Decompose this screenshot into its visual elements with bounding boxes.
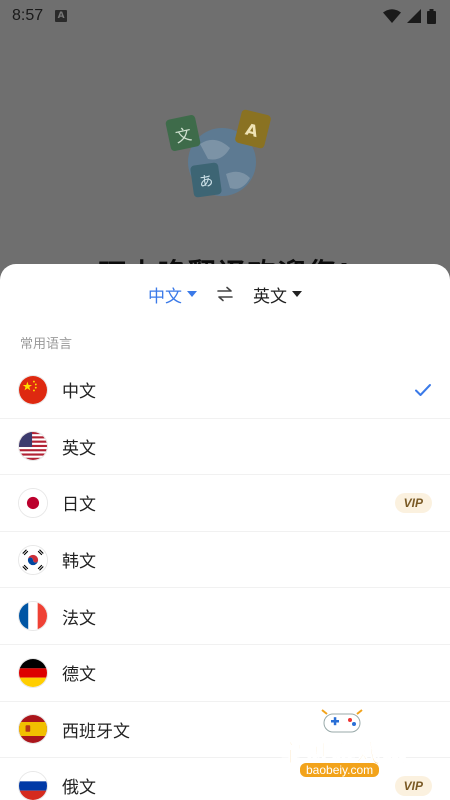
- language-picker-sheet: 中文 英文 常用语言 中文 英文 日文 VIP 韩文 法文 德文 西班牙文 俄文…: [0, 264, 450, 800]
- source-language-dropdown[interactable]: 中文: [148, 282, 197, 307]
- language-item-german[interactable]: 德文: [0, 645, 450, 702]
- language-name: 法文: [62, 608, 96, 629]
- vip-badge: VIP: [394, 775, 432, 796]
- spain-flag-icon: [18, 714, 48, 745]
- notification-icon: A: [55, 10, 68, 22]
- language-name: 韩文: [62, 552, 96, 573]
- swap-arrows-icon[interactable]: [215, 286, 235, 302]
- dropdown-arrow-icon: [187, 291, 197, 297]
- status-bar: 8:57 A: [0, 0, 450, 32]
- language-name: 西班牙文: [62, 721, 130, 742]
- language-name: 英文: [62, 438, 96, 459]
- source-language-label: 中文: [148, 286, 182, 307]
- korea-flag-icon: [18, 544, 48, 575]
- language-name: 中文: [62, 382, 96, 403]
- language-item-chinese[interactable]: 中文: [0, 362, 450, 419]
- status-time: 8:57: [12, 7, 44, 24]
- language-switch-bar: 中文 英文: [0, 264, 450, 324]
- status-icons: [383, 8, 436, 24]
- language-item-japanese[interactable]: 日文 VIP: [0, 475, 450, 532]
- language-item-korean[interactable]: 韩文: [0, 532, 450, 589]
- language-name: 俄文: [62, 778, 96, 799]
- language-name: 德文: [62, 665, 96, 686]
- language-item-english[interactable]: 英文: [0, 419, 450, 476]
- language-item-spanish[interactable]: 西班牙文: [0, 702, 450, 759]
- signal-icon: [407, 9, 421, 23]
- background-screen: 文 A あ 叮小咚翻译欢迎您!: [0, 32, 450, 290]
- language-item-russian[interactable]: 俄文 VIP: [0, 758, 450, 800]
- japan-flag-icon: [18, 487, 48, 518]
- target-language-label: 英文: [253, 286, 287, 307]
- germany-flag-icon: [18, 657, 48, 688]
- svg-text:あ: あ: [198, 173, 214, 191]
- language-name: 日文: [62, 495, 96, 516]
- battery-icon: [427, 8, 436, 24]
- france-flag-icon: [18, 601, 48, 632]
- russia-flag-icon: [18, 770, 48, 800]
- language-item-french[interactable]: 法文: [0, 588, 450, 645]
- check-icon: [415, 383, 431, 396]
- dropdown-arrow-icon: [292, 291, 302, 297]
- target-language-dropdown[interactable]: 英文: [253, 282, 302, 307]
- globe-translate-icon: 文 A あ: [160, 104, 280, 214]
- usa-flag-icon: [18, 431, 48, 462]
- section-label: 常用语言: [20, 337, 73, 352]
- language-list: 中文 英文 日文 VIP 韩文 法文 德文 西班牙文 俄文 VIP: [0, 362, 450, 800]
- vip-badge: VIP: [394, 492, 432, 513]
- wifi-icon: [383, 9, 401, 23]
- china-flag-icon: [18, 374, 48, 405]
